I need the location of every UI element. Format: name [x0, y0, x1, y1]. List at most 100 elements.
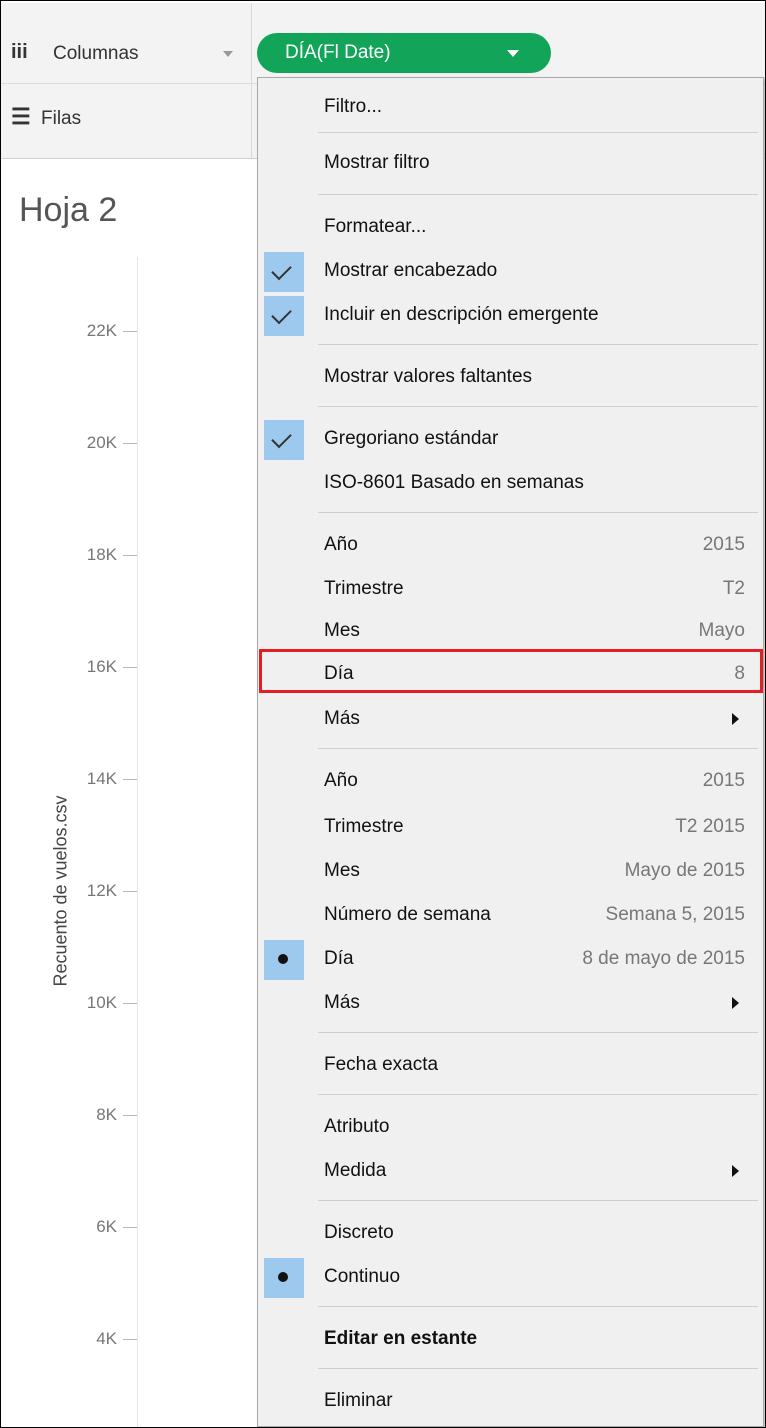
menu-item-label: Atributo — [324, 1116, 390, 1137]
menu-item-label: Mostrar filtro — [324, 152, 430, 173]
menu-item-label: Mes — [324, 620, 360, 641]
menu-separator — [318, 406, 758, 407]
shelf-divider — [251, 84, 252, 158]
chevron-down-icon[interactable] — [507, 50, 519, 57]
menu-separator — [318, 1368, 758, 1369]
checked-indicator — [264, 252, 304, 292]
menu-item-label: Año — [324, 534, 358, 555]
menu-item-exact-date[interactable]: Fecha exacta — [258, 1044, 763, 1088]
menu-item-continuous[interactable]: Continuo — [258, 1256, 763, 1300]
menu-item-day-value[interactable]: Día 8 de mayo de 2015 — [258, 938, 763, 982]
menu-item-label: Día — [324, 948, 354, 969]
menu-item-week-number[interactable]: Número de semana Semana 5, 2015 — [258, 894, 763, 938]
chevron-down-icon[interactable] — [223, 51, 233, 57]
checked-indicator — [264, 296, 304, 336]
menu-item-month-part[interactable]: Mes Mayo — [258, 610, 763, 654]
menu-item-label: Fecha exacta — [324, 1054, 439, 1075]
y-axis-tick-mark — [123, 555, 137, 556]
menu-item-more-part[interactable]: Más — [258, 698, 763, 742]
y-axis-tick-label: 14K — [86, 769, 117, 788]
y-axis-tick-label: 22K — [86, 321, 117, 340]
y-axis-tick-mark — [123, 443, 137, 444]
y-axis-line — [137, 257, 138, 1427]
y-axis-tick-label: 20K — [86, 433, 117, 452]
rows-shelf-label: Filas — [41, 108, 82, 129]
menu-item-show-filter[interactable]: Mostrar filtro — [258, 142, 763, 186]
menu-item-label: Trimestre — [324, 816, 404, 837]
menu-item-label: Gregoriano estándar — [324, 428, 499, 449]
menu-item-attribute[interactable]: Atributo — [258, 1106, 763, 1150]
checked-indicator — [264, 420, 304, 460]
submenu-arrow-icon — [732, 1165, 739, 1177]
menu-separator — [318, 1032, 758, 1033]
menu-separator — [318, 1094, 758, 1095]
y-axis-tick-mark — [123, 1227, 137, 1228]
menu-separator — [318, 132, 758, 133]
y-axis-tick-mark — [123, 891, 137, 892]
menu-item-label: Eliminar — [324, 1390, 393, 1411]
bullet-icon — [278, 1272, 288, 1282]
menu-item-label: Editar en estante — [324, 1328, 478, 1349]
menu-separator — [318, 512, 758, 513]
y-axis-tick-mark — [123, 1003, 137, 1004]
menu-item-value: 2015 — [702, 770, 745, 791]
menu-item-label: Más — [324, 708, 360, 729]
menu-item-label: Número de semana — [324, 904, 491, 925]
menu-item-filter[interactable]: Filtro... — [258, 86, 763, 130]
menu-item-year-value[interactable]: Año 2015 — [258, 760, 763, 804]
submenu-arrow-icon — [732, 713, 739, 725]
menu-item-iso8601[interactable]: ISO-8601 Basado en semanas — [258, 462, 763, 506]
menu-item-year-part[interactable]: Año 2015 — [258, 524, 763, 568]
y-axis-tick-label: 4K — [96, 1329, 117, 1348]
menu-item-month-value[interactable]: Mes Mayo de 2015 — [258, 850, 763, 894]
menu-item-include-tooltip[interactable]: Incluir en descripción emergente — [258, 294, 763, 338]
menu-item-label: Año — [324, 770, 358, 791]
menu-item-more-value[interactable]: Más — [258, 982, 763, 1026]
menu-item-label: Medida — [324, 1160, 387, 1181]
menu-item-label: Discreto — [324, 1222, 394, 1243]
selected-indicator — [264, 940, 304, 980]
y-axis-tick-mark — [123, 331, 137, 332]
menu-item-label: Mostrar encabezado — [324, 260, 498, 281]
selected-indicator — [264, 1258, 304, 1298]
y-axis-tick-mark — [123, 1339, 137, 1340]
y-axis-tick-label: 10K — [86, 993, 117, 1012]
tableau-worksheet: iii Columnas DÍA(Fl Date) ☰ Filas Hoja 2… — [0, 0, 766, 1428]
menu-item-label: Formatear... — [324, 216, 427, 237]
menu-separator — [318, 344, 758, 345]
y-axis-tick-label: 12K — [86, 881, 117, 900]
bullet-icon — [278, 954, 288, 964]
menu-item-value: Mayo de 2015 — [624, 860, 745, 881]
highlight-box — [259, 649, 763, 693]
y-axis-tick-label: 6K — [96, 1217, 117, 1236]
columns-shelf-label: Columnas — [53, 43, 139, 64]
menu-item-edit-in-shelf[interactable]: Editar en estante — [258, 1318, 763, 1362]
menu-item-gregorian[interactable]: Gregoriano estándar — [258, 418, 763, 462]
menu-item-label: Mes — [324, 860, 360, 881]
menu-item-discrete[interactable]: Discreto — [258, 1212, 763, 1256]
menu-item-value: T2 2015 — [675, 816, 745, 837]
shelf-divider — [251, 3, 252, 83]
menu-item-show-missing-values[interactable]: Mostrar valores faltantes — [258, 356, 763, 400]
menu-item-value: 8 de mayo de 2015 — [582, 948, 745, 969]
rows-icon: ☰ — [11, 104, 31, 129]
pill-context-menu: Filtro... Mostrar filtro Formatear... Mo… — [257, 77, 764, 1427]
day-fl-date-pill[interactable]: DÍA(Fl Date) — [257, 33, 551, 73]
pill-label: DÍA(Fl Date) — [285, 42, 391, 63]
columns-icon: iii — [11, 41, 28, 63]
menu-item-value: 2015 — [702, 534, 745, 555]
columns-shelf[interactable]: iii Columnas DÍA(Fl Date) — [1, 3, 765, 83]
menu-item-format[interactable]: Formatear... — [258, 206, 763, 250]
menu-item-label: Mostrar valores faltantes — [324, 366, 533, 387]
menu-separator — [318, 1306, 758, 1307]
y-axis-tick-mark — [123, 779, 137, 780]
check-icon — [271, 427, 292, 449]
menu-item-measure[interactable]: Medida — [258, 1150, 763, 1194]
menu-item-remove[interactable]: Eliminar — [258, 1380, 763, 1424]
y-axis-tick-label: 16K — [86, 657, 117, 676]
menu-item-quarter-part[interactable]: Trimestre T2 — [258, 568, 763, 612]
menu-item-show-header[interactable]: Mostrar encabezado — [258, 250, 763, 294]
menu-separator — [318, 194, 758, 195]
menu-item-quarter-value[interactable]: Trimestre T2 2015 — [258, 806, 763, 850]
y-axis-tick-mark — [123, 1115, 137, 1116]
